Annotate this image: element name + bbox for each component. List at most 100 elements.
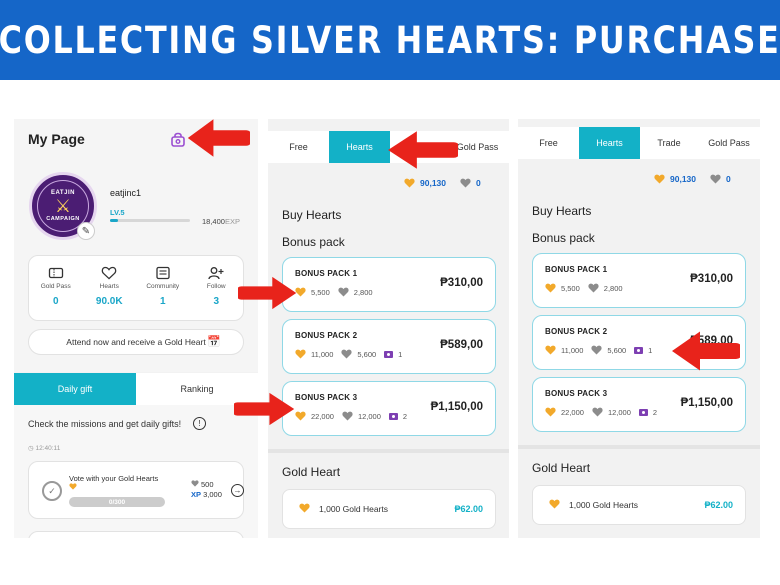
mission-reward: 500 XP 3,000 (191, 480, 222, 499)
page-title: My Page (28, 131, 85, 147)
calendar-gift-icon: 📅 (207, 336, 221, 348)
mission-title: Vote with your Gold Hearts (69, 474, 158, 492)
stat-value: 90.0K (95, 296, 123, 307)
tab-hearts[interactable]: Hearts (579, 127, 640, 159)
stat-label: Gold Pass (40, 283, 71, 290)
ticket-icon (48, 267, 63, 279)
stat-gold-pass[interactable]: Gold Pass 0 (29, 256, 83, 320)
bonus-pack-heading: Bonus pack (532, 231, 595, 245)
xp-value: 18,400EXP (202, 217, 240, 226)
bonus-pack-3[interactable]: BONUS PACK 3 22,000 12,000 2 ₱1,150,00 (532, 377, 746, 432)
gold-item-price: ₱62.00 (704, 500, 733, 510)
pack-contents: 22,000 12,000 2 (295, 411, 407, 421)
heart-balance: 90,130 0 (654, 174, 731, 184)
pack-name: BONUS PACK 1 (545, 265, 608, 274)
tab-hearts[interactable]: Hearts (329, 131, 390, 163)
gold-heart-icon (69, 483, 77, 490)
silver-heart-icon (710, 174, 721, 184)
title-banner: COLLECTING SILVER HEARTS: PURCHASE (0, 0, 780, 80)
pack-price: ₱310,00 (690, 273, 733, 285)
gift-tabs: Daily gift Ranking (14, 373, 258, 405)
bonus-pack-1[interactable]: BONUS PACK 1 5,500 2,800 ₱310,00 (532, 253, 746, 308)
tab-daily-gift[interactable]: Daily gift (14, 373, 136, 405)
pack-name: BONUS PACK 2 (295, 331, 358, 340)
silver-heart-icon (191, 480, 199, 487)
attend-button[interactable]: Attend now and receive a Gold Heart 📅 (28, 329, 244, 355)
buy-hearts-heading: Buy Hearts (532, 204, 592, 218)
pack-price: ₱1,150,00 (430, 401, 483, 413)
pack-contents: 22,000 12,000 2 (545, 407, 657, 417)
stat-follow[interactable]: Follow 3 (190, 256, 244, 320)
stat-hearts[interactable]: Hearts 90.0K (83, 256, 137, 320)
pack-contents: 11,000 5,600 1 (295, 349, 402, 359)
gold-pass-ticket-icon (388, 412, 398, 420)
pack-price: ₱1,150,00 (680, 397, 733, 409)
stat-value: 3 (213, 296, 220, 307)
silver-heart-icon (591, 345, 602, 355)
pack-name: BONUS PACK 1 (295, 269, 358, 278)
pack-name: BONUS PACK 2 (545, 327, 608, 336)
stat-label: Community (146, 283, 180, 290)
mission-card[interactable] (28, 531, 244, 538)
gold-heart-icon (654, 174, 665, 184)
pack-name: BONUS PACK 3 (545, 389, 608, 398)
gold-heart-icon (295, 411, 306, 421)
mission-card[interactable]: ✓ Vote with your Gold Hearts 0/300 500 X… (28, 461, 244, 519)
edit-profile-icon[interactable]: ✎ (77, 222, 95, 240)
bonus-pack-2[interactable]: BONUS PACK 2 11,000 5,600 1 ₱589,00 (282, 319, 496, 374)
follow-icon (208, 267, 224, 280)
gold-heart-icon (545, 345, 556, 355)
silver-heart-icon (460, 178, 471, 188)
buy-hearts-heading: Buy Hearts (282, 208, 342, 222)
shop-panel-annotated: Free Hearts Gold Pass 90,130 0 Buy Heart… (268, 119, 509, 538)
gold-pass-ticket-icon (384, 350, 394, 358)
section-divider (268, 449, 509, 453)
arrow-settings-icon (186, 116, 250, 160)
gold-item-label: 1,000 Gold Hearts (319, 504, 388, 514)
stat-label: Follow (206, 283, 226, 290)
my-page-panel: My Page EATJIN ⚔ CAMPAIGN ✎ eatjinc1 LV.… (14, 119, 258, 538)
community-icon (156, 266, 170, 280)
gold-heart-heading: Gold Heart (282, 465, 341, 479)
pack-name: BONUS PACK 3 (295, 393, 358, 402)
mission-timer: ◷ 12:40:11 (28, 445, 61, 452)
gold-heart-heading: Gold Heart (532, 461, 591, 475)
missions-section: Check the missions and get daily gifts! … (14, 405, 258, 538)
heart-balance: 90,130 0 (404, 178, 481, 188)
gold-pass-ticket-icon (634, 346, 644, 354)
pack-contents: 5,500 2,800 (295, 287, 373, 297)
stat-label: Hearts (99, 283, 119, 290)
tab-gold-pass[interactable]: Gold Pass (698, 127, 760, 159)
gold-heart-icon (299, 503, 310, 513)
pack-price: ₱589,00 (440, 339, 483, 351)
shop-settings-icon[interactable] (170, 132, 186, 148)
stat-value: 1 (159, 296, 166, 307)
tab-trade[interactable]: Trade (640, 127, 698, 159)
missions-description: Check the missions and get daily gifts! (28, 419, 182, 429)
gold-heart-icon (545, 283, 556, 293)
attend-label: Attend now and receive a Gold Heart (66, 337, 206, 347)
bonus-pack-3[interactable]: BONUS PACK 3 22,000 12,000 2 ₱1,150,00 (282, 381, 496, 436)
tab-free[interactable]: Free (518, 127, 579, 159)
banner-title: COLLECTING SILVER HEARTS: PURCHASE (0, 18, 780, 62)
gold-heart-item[interactable]: 1,000 Gold Hearts ₱62.00 (532, 485, 746, 525)
stats-card: Gold Pass 0 Hearts 90.0K Community 1 Fol… (28, 255, 244, 321)
pack-price: ₱310,00 (440, 277, 483, 289)
mission-go-icon[interactable]: → (231, 484, 244, 497)
xp-progress-bar (110, 219, 190, 222)
gold-item-label: 1,000 Gold Hearts (569, 500, 638, 510)
silver-heart-icon (342, 411, 353, 421)
gold-heart-item[interactable]: 1,000 Gold Hearts ₱62.00 (282, 489, 496, 529)
username: eatjinc1 (110, 188, 142, 198)
vote-icon: ✓ (42, 481, 62, 501)
stat-value: 0 (52, 296, 59, 307)
silver-heart-icon (341, 349, 352, 359)
bonus-pack-1[interactable]: BONUS PACK 1 5,500 2,800 ₱310,00 (282, 257, 496, 312)
info-icon[interactable]: ! (193, 417, 206, 430)
gold-heart-icon (549, 499, 560, 509)
tab-free[interactable]: Free (268, 131, 329, 163)
gold-heart-icon (545, 407, 556, 417)
stat-community[interactable]: Community 1 (136, 256, 190, 320)
arrow-gold-pass-ticket-icon (670, 328, 740, 374)
pack-contents: 5,500 2,800 (545, 283, 623, 293)
